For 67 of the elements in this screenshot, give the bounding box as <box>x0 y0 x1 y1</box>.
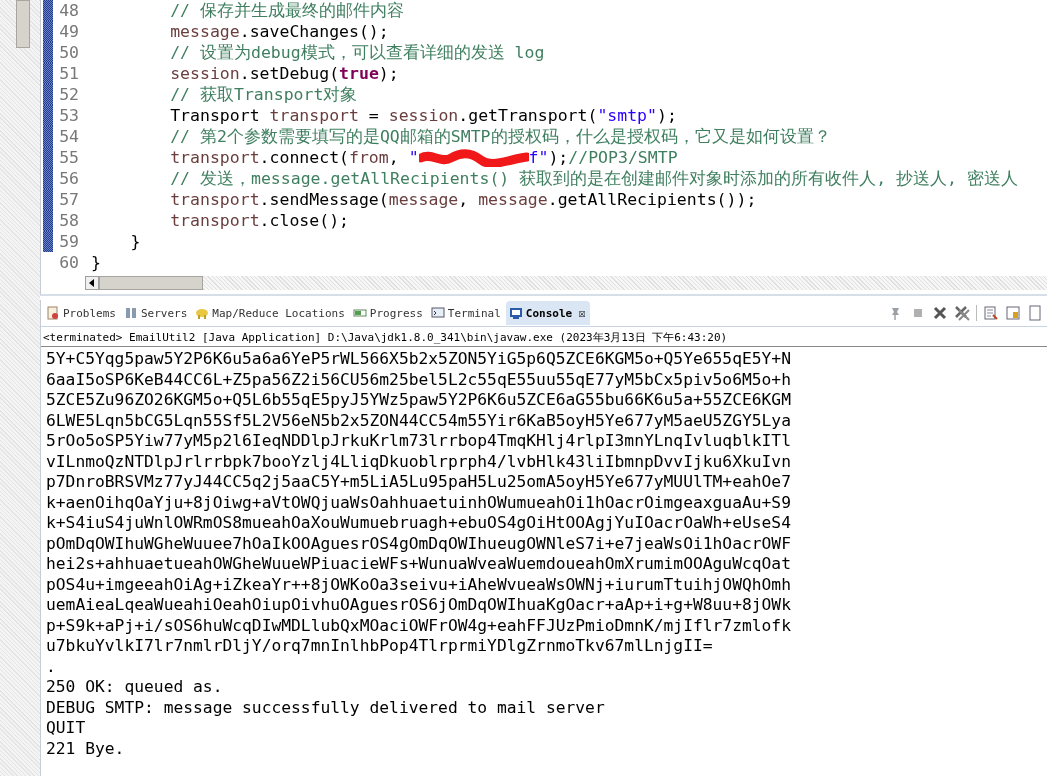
console-line: pOS4u+imgeeahOiAg+iZkeaYr++8jOWKoOa3seivu+iAheWvueaWsOWNj+iurumTtuihjOWQhOmh <box>46 574 792 595</box>
view-tab[interactable]: Map/Reduce Locations <box>192 301 350 325</box>
console-line: vILnmoQzNTDlpJrlrrbpk7booYzlj4LliqDkuoblrprph4/lvbHlk43liIbmnpDvvIjku6XkuIvn <box>46 451 792 472</box>
line-number: 55 <box>58 148 80 167</box>
line-number: 54 <box>58 127 80 146</box>
line-number: 49 <box>58 22 80 41</box>
code-line: // 保存并生成最终的邮件内容 <box>169 0 404 22</box>
console-line: 250 OK: queued as. <box>46 677 224 698</box>
terminal-icon <box>430 306 445 320</box>
console-line: 6aaI5oSP6KeB44CC6L+Z5pa56Z2i56CU56m25bel5L2c55qE55uu55qE77yM5bCx5piv5o6M5o+h <box>46 369 792 390</box>
line-number: 48 <box>58 1 80 20</box>
code-line: } <box>129 232 141 251</box>
console-line: 5rOo5oSP5Yiw77yM5p2l6IeqNDDlpJrkuKrlm73lrrbop4TmqKHlj4rlpI3mnYLnqIvluqblkITl <box>46 431 792 452</box>
line-number: 53 <box>58 106 80 125</box>
line-number: 52 <box>58 85 80 104</box>
console-icon <box>508 306 523 320</box>
console-line: hei2s+ahhuaetueahOWGheWuueWPiuacieWFs+WunuaWveaWuemdoueahOmXrumimOOAguWcqOat <box>46 554 792 575</box>
console-line: 5Y+C5Yqg5paw5Y2P6K6u5a6a6YeP5rWL566X5b2x5ZON5YiG5p6Q5ZCE6KGM5o+Q5Ye655qE5Y+N <box>46 349 792 370</box>
scroll-left-button[interactable] <box>85 276 99 290</box>
scrollbar-thumb[interactable] <box>99 276 203 290</box>
line-number: 51 <box>58 64 80 83</box>
clear-console-icon[interactable] <box>983 305 999 321</box>
console-line: k+S4iuS4juWnlOWRmOS8mueahOaXouWumuebruagh+ebuOS4gOiHtOOAgjYuIOacrOaWh+eUseS4 <box>46 513 792 534</box>
line-number: 59 <box>58 232 80 251</box>
code-line: // 设置为debug模式，可以查看详细的发送 log <box>169 41 545 64</box>
code-line: transport.close(); <box>169 211 349 230</box>
code-line: } <box>90 253 101 272</box>
line-number: 57 <box>58 190 80 209</box>
line-number: 50 <box>58 43 80 62</box>
document-icon[interactable] <box>1027 305 1043 321</box>
problems-icon <box>46 306 60 320</box>
code-line: transport.sendMessage(message, message.getAllRecipients()); <box>169 190 757 209</box>
console-status: <terminated> EmailUtil2 [Java Application] D:\Java\jdk1.8.0_341\bin\javaw.exe (2023年3月13日 下午6:43:20) <box>41 327 1047 347</box>
console-line: p7DnroBRSVMz77yJ44CC5q2j5aaC5Y+m5LiA5Lu95paH5Lu25omA5oyH5Ye677yMUUlTM+eahOe7 <box>46 472 792 493</box>
code-line: transport.connect(from, " f");//POP3/SMTP <box>169 148 678 167</box>
code-line: session.setDebug(true); <box>169 64 399 83</box>
console-line: DEBUG SMTP: message successfully delivered to mail server <box>46 697 606 718</box>
line-number: 58 <box>58 211 80 230</box>
code-line: // 第2个参数需要填写的是QQ邮箱的SMTP的授权码，什么是授权码，它又是如何设置？ <box>169 125 831 148</box>
line-number: 56 <box>58 169 80 188</box>
code-line: message.saveChanges(); <box>169 22 389 41</box>
view-tab[interactable]: Console ☒ <box>505 301 591 325</box>
console-line: uemAieaLqeaWueahiOeahOiupOivhuOAguesrOS6jOmDqOWIhuaKgOacr+aAp+i+g+W8uu+8jOWk <box>46 595 792 616</box>
view-tab[interactable]: Servers <box>121 301 193 325</box>
console-line: QUIT <box>46 718 87 739</box>
close-all-icon[interactable] <box>954 305 970 321</box>
scrollbar-thumb[interactable] <box>16 0 30 48</box>
view-tab[interactable]: Progress <box>349 301 428 325</box>
view-tab[interactable]: Terminal <box>427 301 506 325</box>
line-number: 60 <box>58 253 80 272</box>
view-tab[interactable]: Problems <box>43 301 121 325</box>
console-line: 6LWE5Lqn5bCG5Lqn55Sf5L2V56eN5b2x5ZON44CC54m55Yir6KaB5oyH5Ye677yM5aeU5ZGY5Lya <box>46 410 792 431</box>
progress-icon <box>352 306 367 320</box>
console-line: k+aenOihqOaYju+8jOiwg+aVtOWQjuaWsOahhuaetuinhOWumueahOi1hOacrOimgeaxguaAu+S9 <box>46 492 792 513</box>
server-icon <box>124 306 138 320</box>
console-line: . <box>46 656 57 677</box>
console-line: 221 Bye. <box>46 738 126 759</box>
console-line: 5ZCE5Zu96ZO26KGM5o+Q5L6b55qE5pyJ5YWz5paw5Y2P6K6u5ZCE6aG55bu66K6u5a+55ZCE6KGM <box>46 390 792 411</box>
code-line: // 获取Transport对象 <box>169 83 358 106</box>
code-line: Transport transport = session.getTransport("smtp"); <box>169 106 677 125</box>
console-line: p+S9k+aPj+i/sOS6huWcqDIwMDLlubQxMOaciOWFrOW4g+eahFFJUzPmioDmnK/mjIflr7zmlofk <box>46 615 792 636</box>
console-line: pOmDqOWIhuWGheWuuee7hOaIkOOAguesrOS4gOmDqOWIhueugOWNleS7i+e7jeaWsOi1hOacrOWF <box>46 533 792 554</box>
close-icon[interactable] <box>932 305 948 321</box>
code-line: // 发送，message.getAllRecipients() 获取到的是在创建邮件对象时添加的所有收件人, 抄送人, 密送人 <box>169 167 1018 190</box>
scroll-lock-icon[interactable] <box>1005 305 1021 321</box>
left-arrow-icon <box>89 279 95 287</box>
console-line: u7bkuYvlkI7lr7nmlrDljY/orq7mnInlhbPop4TlrprmiYDlgZrnmoTkv67mlLnjgII= <box>46 636 714 657</box>
